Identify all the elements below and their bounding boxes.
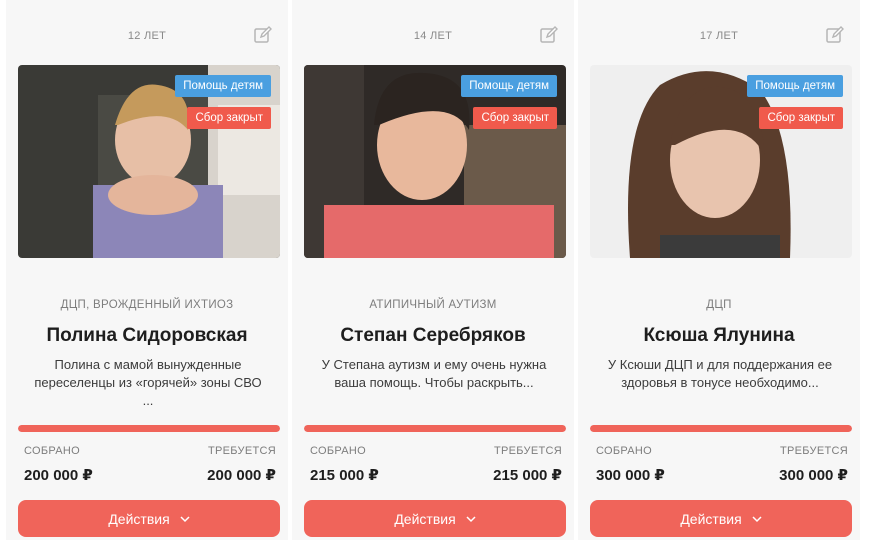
progress-fill (304, 425, 566, 432)
description: Полина с мамой вынужденные переселенцы и… (34, 357, 262, 408)
chevron-down-icon (466, 515, 476, 522)
progress-bar (590, 425, 852, 432)
actions-button[interactable]: Действия (18, 500, 280, 537)
required-label: ТРЕБУЕТСЯ (208, 445, 276, 457)
description: У Степана аутизм и ему очень нужна ваша … (321, 357, 547, 390)
tag-collection-closed: Сбор закрыт (473, 107, 557, 129)
child-name[interactable]: Степан Серебряков (292, 325, 574, 347)
child-name[interactable]: Ксюша Ялунина (578, 325, 860, 347)
required-amount: 215 000 ₽ (493, 467, 562, 484)
tag-help-children[interactable]: Помощь детям (175, 75, 271, 97)
collected-amount: 215 000 ₽ (310, 467, 379, 484)
edit-icon (254, 26, 272, 43)
edit-icon (826, 26, 844, 43)
collected-amount: 200 000 ₽ (24, 467, 93, 484)
age-label: 12 ЛЕТ (127, 30, 167, 42)
diagnosis: ДЦП (706, 299, 732, 311)
progress-fill (18, 425, 280, 432)
required-label: ТРЕБУЕТСЯ (494, 445, 562, 457)
chevron-down-icon (180, 515, 190, 522)
tag-help-children[interactable]: Помощь детям (461, 75, 557, 97)
fundraiser-card: 14 ЛЕТ Помощь детям Сбор закрыт АТИПИЧНЫ… (292, 0, 574, 540)
fundraiser-card: 12 ЛЕТ Помощь детям Сбор закрыт ДЦП, ВРО… (6, 0, 288, 540)
required-amount: 300 000 ₽ (779, 467, 848, 484)
edit-button[interactable] (252, 24, 274, 46)
edit-icon (540, 26, 558, 43)
collected-label: СОБРАНО (310, 445, 367, 457)
actions-button[interactable]: Действия (304, 500, 566, 537)
progress-bar (18, 425, 280, 432)
edit-button[interactable] (824, 24, 846, 46)
diagnosis: АТИПИЧНЫЙ АУТИЗМ (369, 299, 497, 311)
collected-label: СОБРАНО (24, 445, 81, 457)
edit-button[interactable] (538, 24, 560, 46)
actions-button-label: Действия (394, 510, 456, 527)
child-photo[interactable]: Помощь детям Сбор закрыт (18, 65, 280, 258)
collected-label: СОБРАНО (596, 445, 653, 457)
age-label: 17 ЛЕТ (699, 30, 739, 42)
required-label: ТРЕБУЕТСЯ (780, 445, 848, 457)
actions-button-label: Действия (680, 510, 742, 527)
chevron-down-icon (752, 515, 762, 522)
tag-collection-closed: Сбор закрыт (187, 107, 271, 129)
description: У Ксюши ДЦП и для поддержания ее здоровь… (607, 357, 833, 390)
progress-fill (590, 425, 852, 432)
diagnosis: ДЦП, ВРОЖДЕННЫЙ ИХТИОЗ (60, 299, 234, 311)
progress-bar (304, 425, 566, 432)
child-name[interactable]: Полина Сидоровская (6, 325, 288, 347)
required-amount: 200 000 ₽ (207, 467, 276, 484)
tag-help-children[interactable]: Помощь детям (747, 75, 843, 97)
actions-button-label: Действия (108, 510, 170, 527)
age-label: 14 ЛЕТ (413, 30, 453, 42)
child-photo[interactable]: Помощь детям Сбор закрыт (590, 65, 852, 258)
tag-collection-closed: Сбор закрыт (759, 107, 843, 129)
fundraiser-card: 17 ЛЕТ Помощь детям Сбор закрыт ДЦП Ксюш… (578, 0, 860, 540)
actions-button[interactable]: Действия (590, 500, 852, 537)
collected-amount: 300 000 ₽ (596, 467, 665, 484)
child-photo[interactable]: Помощь детям Сбор закрыт (304, 65, 566, 258)
